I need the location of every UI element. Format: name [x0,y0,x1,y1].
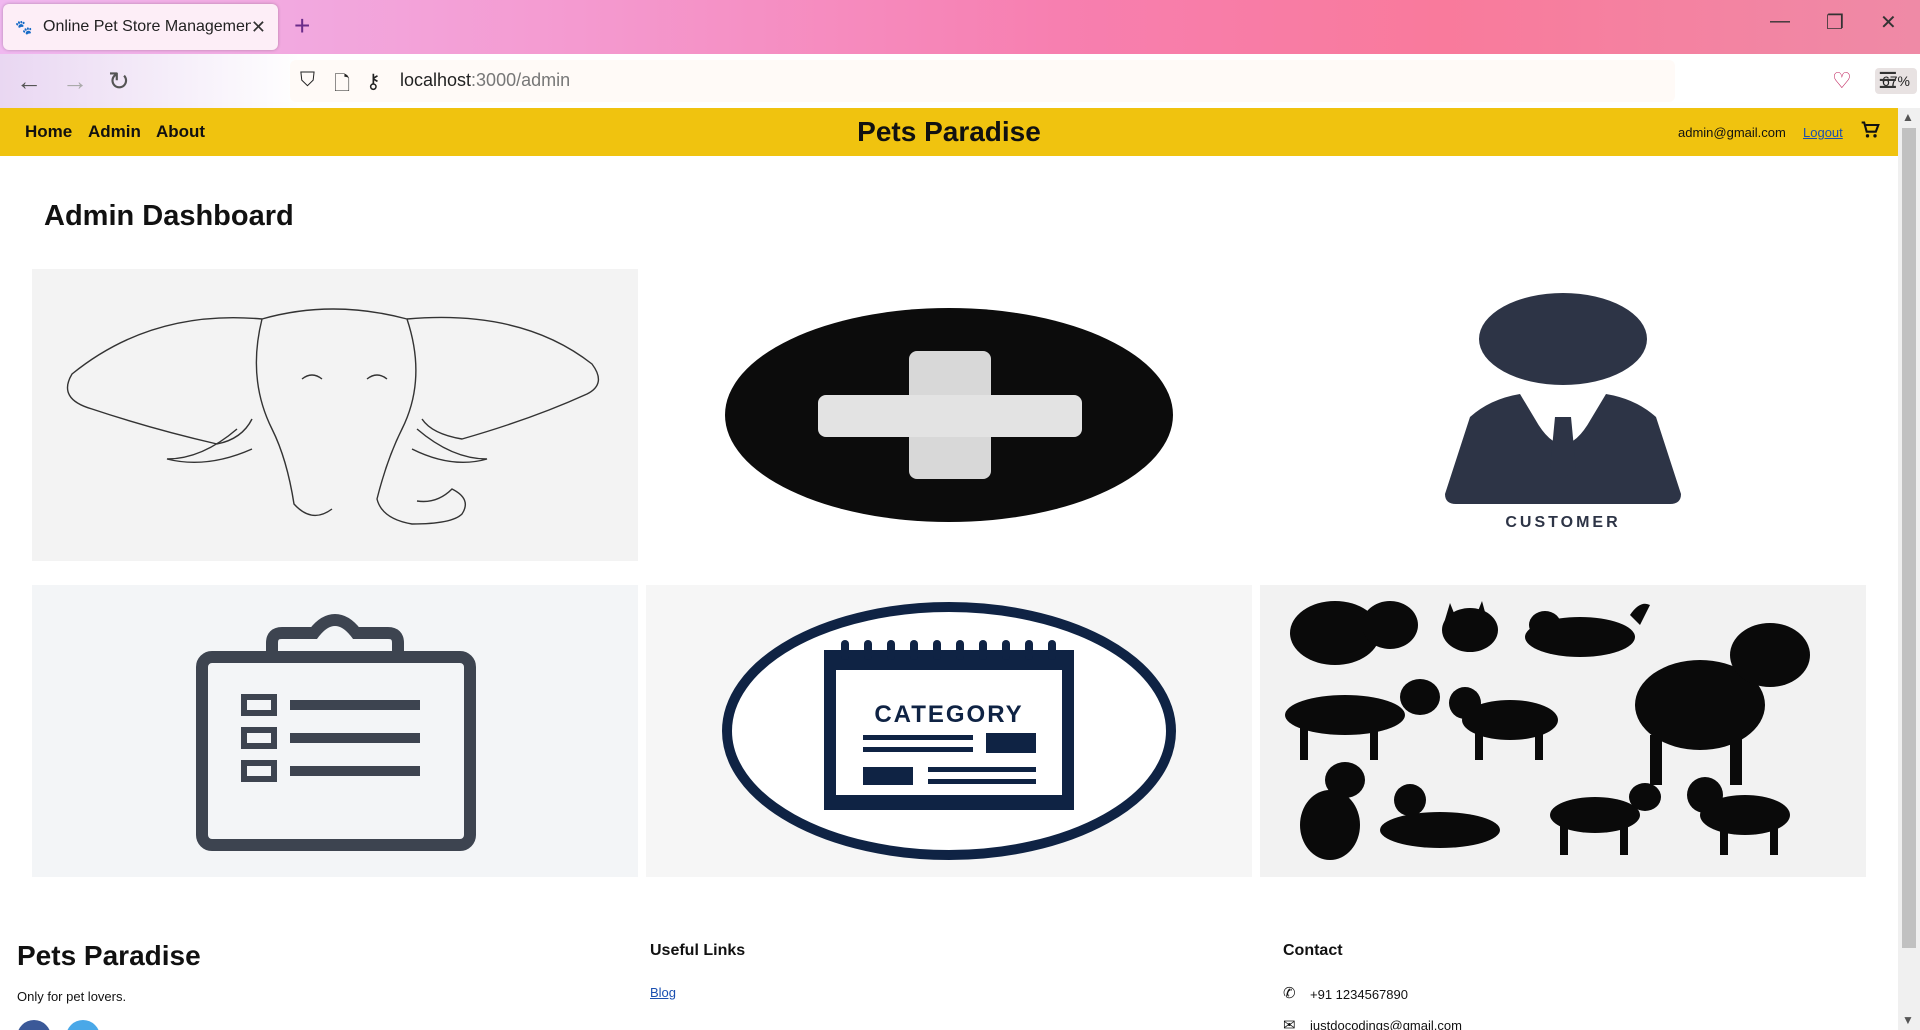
contact-email: justdocodings@gmail.com [1310,1018,1462,1030]
blog-link[interactable]: Blog [650,985,676,1000]
site-header: Home Admin About Pets Paradise admin@gma… [0,108,1898,156]
mail-icon: ✉ [1283,1017,1296,1030]
scroll-up-icon[interactable]: ▲ [1902,110,1914,124]
dog-silhouettes-image [1285,601,1810,860]
customer-icon: CUSTOMER [1445,293,1681,531]
forward-icon[interactable]: → [62,66,88,97]
page-icon: 🗋 [334,73,351,95]
facebook-icon[interactable] [17,1020,51,1030]
browser-toolbar: ← → ↻ ⛉ 🗋 ⚷ localhost:3000/admin 67% ☆ ♡… [0,54,1920,108]
page-content: Home Admin About Pets Paradise admin@gma… [0,108,1898,1030]
key-icon[interactable]: ⚷ [366,69,381,94]
pet-favicon-icon: 🐾 [15,19,33,35]
orders-card[interactable] [32,585,638,877]
logout-link[interactable]: Logout [1803,125,1843,140]
close-tab-icon[interactable]: ✕ [251,17,266,38]
elephant-card[interactable] [32,269,638,561]
twitter-icon[interactable] [66,1020,100,1030]
svg-text:CATEGORY: CATEGORY [874,701,1023,728]
browser-tab[interactable]: 🐾 Online Pet Store Management ✕ [3,4,278,50]
pets-card[interactable] [1260,585,1866,877]
pocket-icon[interactable]: ♡ [1832,68,1852,94]
phone-icon: ✆ [1283,985,1296,1002]
useful-links-title: Useful Links [650,942,746,959]
contact-title: Contact [1283,942,1343,959]
cart-icon[interactable] [1860,120,1880,145]
category-card[interactable]: CATEGORY [646,585,1252,877]
footer-tagline: Only for pet lovers. [17,989,127,1004]
address-bar[interactable]: ⛉ 🗋 ⚷ localhost:3000/admin 67% ☆ [290,60,1917,102]
back-icon[interactable]: ← [16,66,42,97]
url-text[interactable]: localhost:3000/admin [400,70,570,91]
browser-tab-bar: 🐾 Online Pet Store Management ✕ + — ❐ ✕ [0,0,1920,54]
menu-icon[interactable]: ☰ [1878,68,1898,94]
elephant-image [66,308,600,525]
customer-card[interactable]: CUSTOMER [1260,269,1866,561]
close-window-icon[interactable]: ✕ [1880,10,1897,35]
clipboard-list-icon [196,613,476,851]
page-title: Admin Dashboard [44,200,294,232]
reload-icon[interactable]: ↻ [108,66,130,97]
svg-text:CUSTOMER: CUSTOMER [1505,514,1620,531]
contact-phone: +91 1234567890 [1310,987,1408,1002]
site-brand[interactable]: Pets Paradise [0,116,1898,148]
restore-icon[interactable]: ❐ [1826,10,1844,35]
tab-title: Online Pet Store Management [43,18,251,35]
scrollbar-thumb[interactable] [1902,128,1916,948]
minimize-icon[interactable]: — [1770,10,1790,33]
footer-brand: Pets Paradise [17,940,201,971]
new-tab-icon[interactable]: + [294,10,310,42]
user-email: admin@gmail.com [1678,125,1786,140]
add-plus-icon [725,308,1173,522]
scroll-down-icon[interactable]: ▼ [1902,1013,1914,1027]
add-card[interactable] [646,269,1252,561]
shield-icon[interactable]: ⛉ [300,69,315,92]
page-scrollbar[interactable]: ▲ ▼ [1898,108,1920,1030]
category-calendar-icon: CATEGORY [722,602,1176,860]
